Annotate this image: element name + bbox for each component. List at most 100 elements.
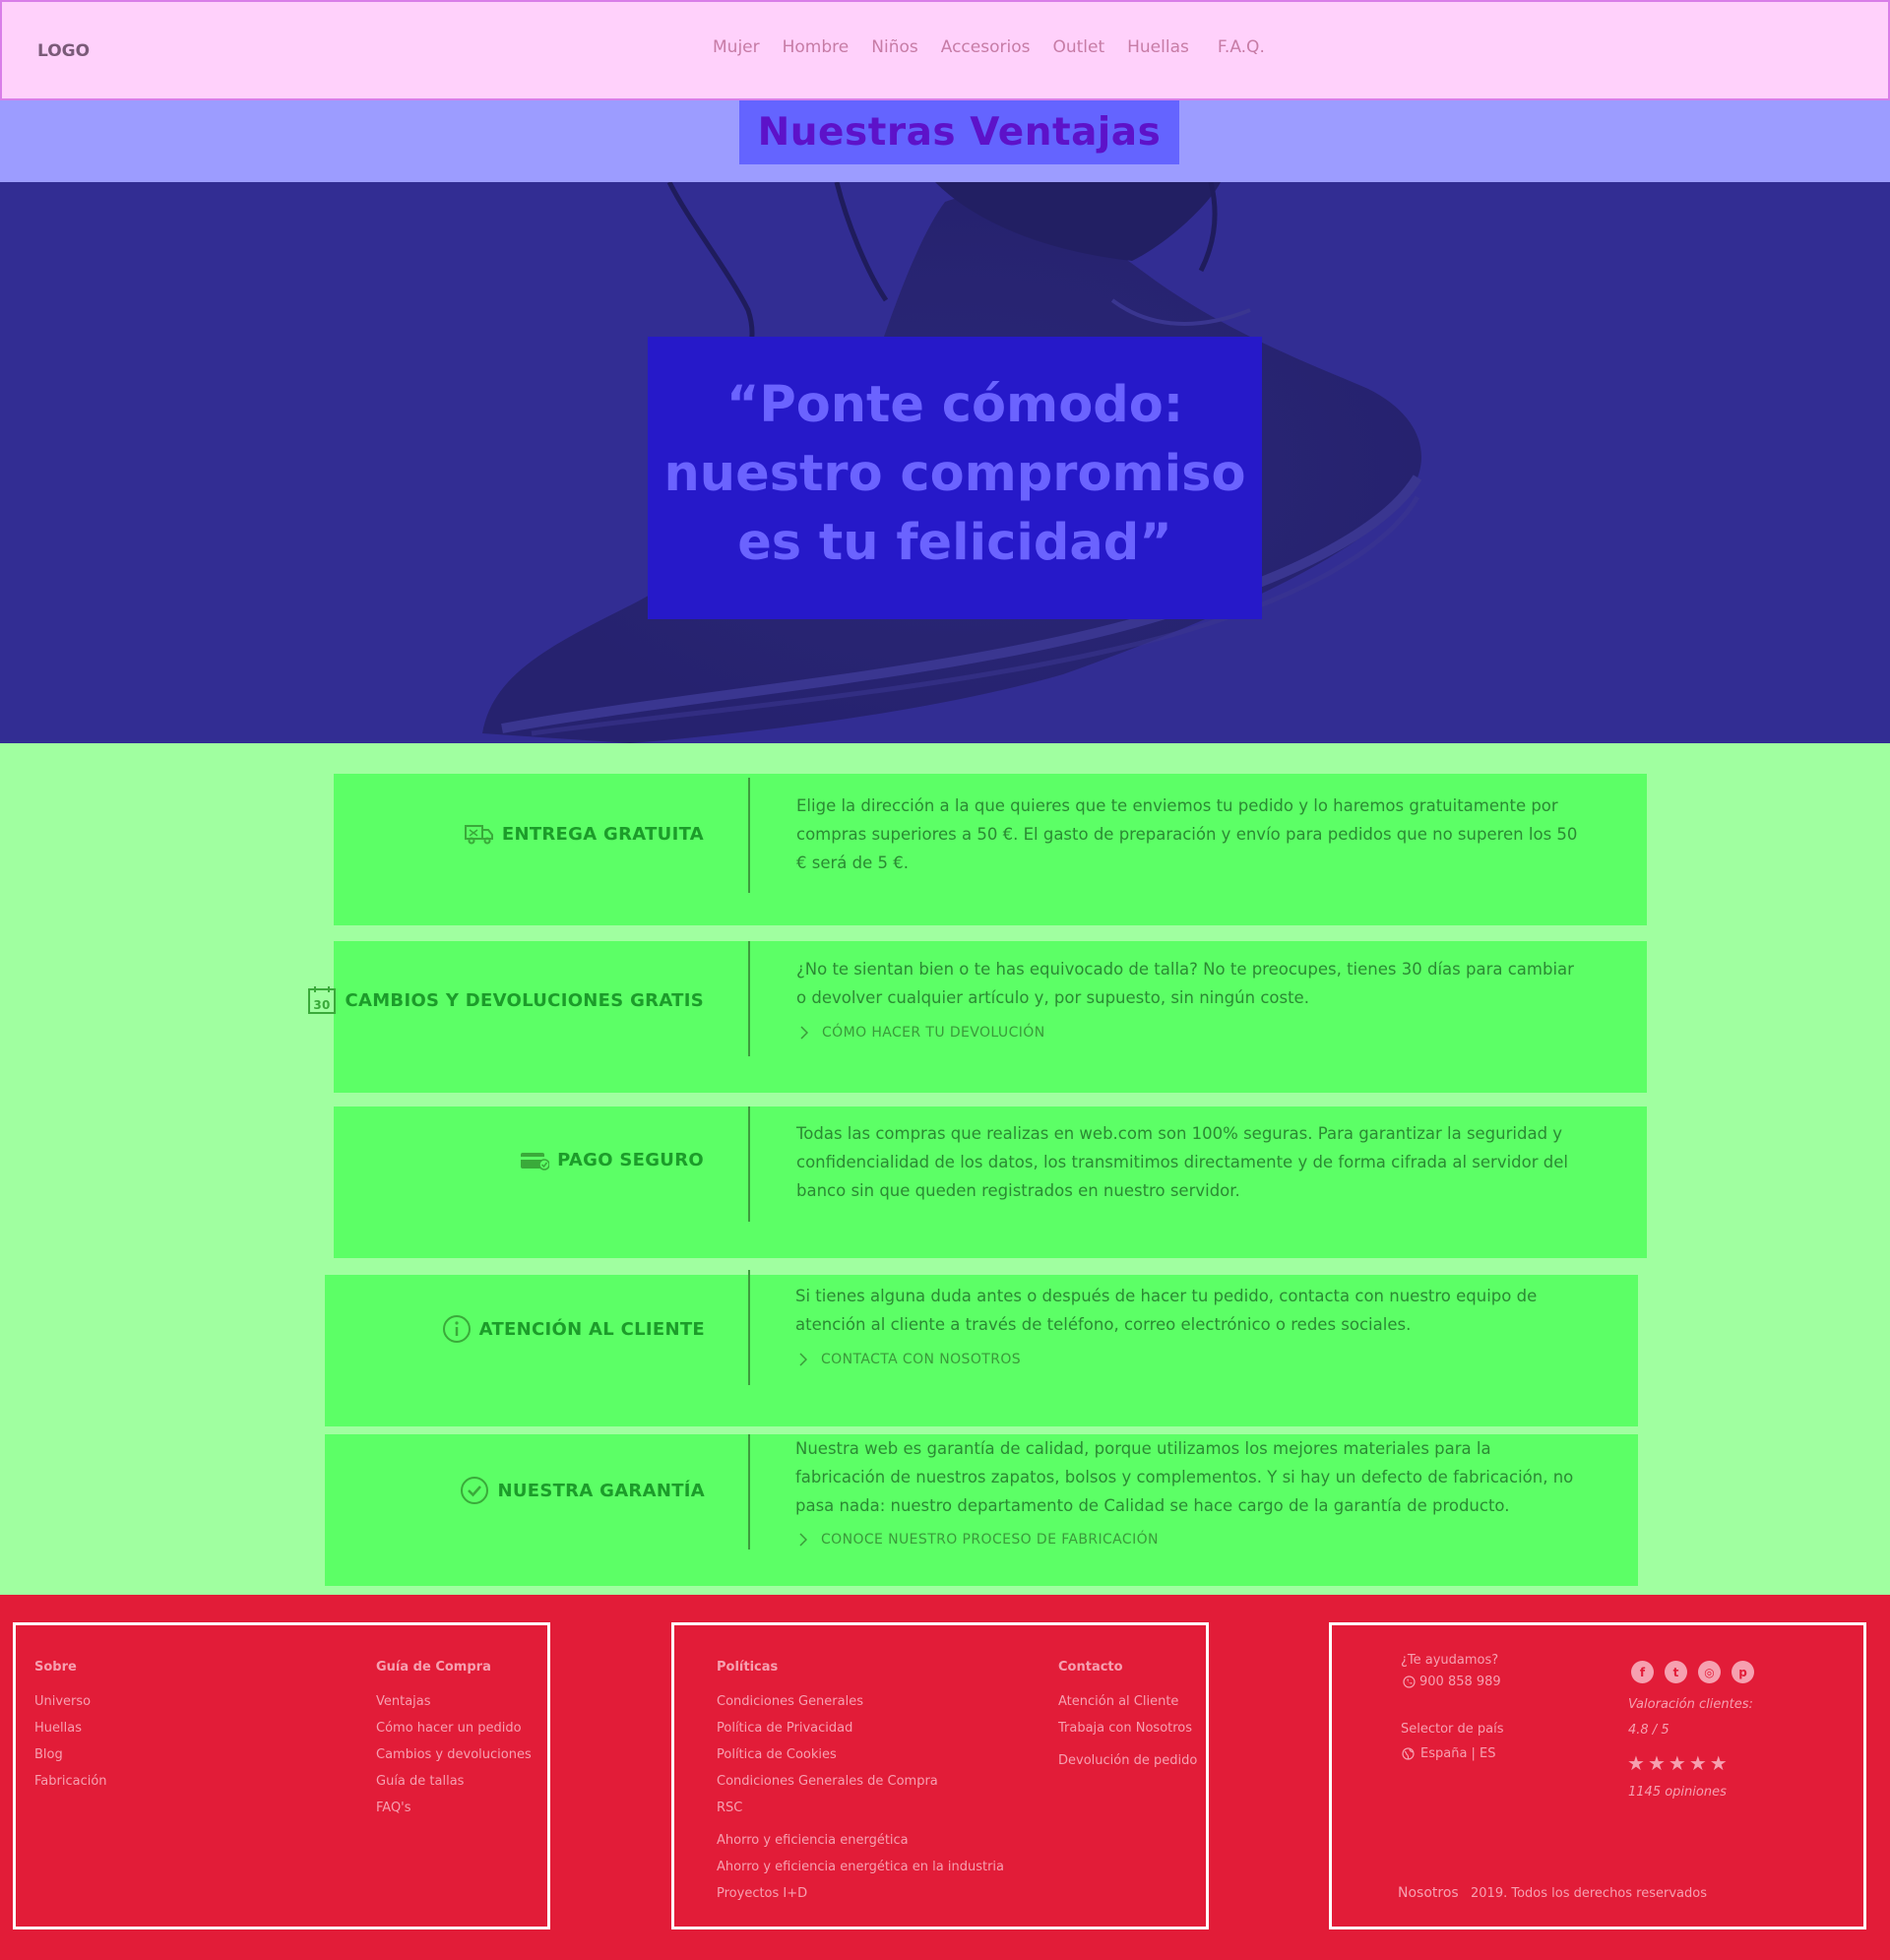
feature-text: Nuestra web es garantía de calidad, porq… bbox=[795, 1439, 1574, 1515]
footer-link-devolucion[interactable]: Devolución de pedido bbox=[1058, 1747, 1197, 1774]
footer-link-condiciones[interactable]: Condiciones Generales bbox=[717, 1688, 1004, 1715]
manufacturing-process-link[interactable]: CONOCE NUESTRO PROCESO DE FABRICACIÓN bbox=[799, 1532, 1159, 1548]
footer-link-fabricacion[interactable]: Fabricación bbox=[34, 1768, 107, 1795]
country-selector-label: Selector de país bbox=[1401, 1722, 1504, 1737]
footer-link-tallas[interactable]: Guía de tallas bbox=[376, 1768, 532, 1795]
phone-number[interactable]: 900 858 989 bbox=[1403, 1675, 1501, 1689]
footer-link-como-pedido[interactable]: Cómo hacer un pedido bbox=[376, 1715, 532, 1741]
facebook-icon[interactable]: f bbox=[1631, 1661, 1654, 1683]
site-footer: Sobre Universo Huellas Blog Fabricación … bbox=[0, 1595, 1890, 1960]
star-icon: ★ bbox=[1627, 1751, 1645, 1775]
feature-divider bbox=[748, 1270, 750, 1385]
star-icon: ★ bbox=[1709, 1751, 1728, 1775]
footer-link-privacidad[interactable]: Política de Privacidad bbox=[717, 1715, 1004, 1741]
features-section: ENTREGA GRATUITA Elige la dirección a la… bbox=[0, 743, 1890, 1595]
phone-icon bbox=[1403, 1675, 1416, 1688]
feature-title-text: ATENCIÓN AL CLIENTE bbox=[478, 1318, 705, 1340]
footer-col-guia: Guía de Compra Ventajas Cómo hacer un pe… bbox=[376, 1660, 532, 1821]
instagram-icon[interactable]: ◎ bbox=[1698, 1661, 1721, 1683]
feature-title-text: ENTREGA GRATUITA bbox=[501, 823, 704, 845]
feature-customer-service: ATENCIÓN AL CLIENTE Si tienes alguna dud… bbox=[325, 1270, 1638, 1426]
feature-free-delivery: ENTREGA GRATUITA Elige la dirección a la… bbox=[334, 774, 1647, 925]
social-links: f t ◎ p bbox=[1631, 1661, 1754, 1683]
footer-col-title: Sobre bbox=[34, 1660, 77, 1675]
rating-value: 4.8 / 5 bbox=[1628, 1723, 1670, 1738]
footer-link-blog[interactable]: Blog bbox=[34, 1741, 107, 1768]
globe-icon bbox=[1402, 1747, 1415, 1760]
link-label: CONOCE NUESTRO PROCESO DE FABRICACIÓN bbox=[821, 1532, 1159, 1548]
copyright: 2019. Todos los derechos reservados bbox=[1471, 1886, 1707, 1901]
feature-title: NUESTRA GARANTÍA bbox=[460, 1476, 705, 1505]
footer-link-trabaja[interactable]: Trabaja con Nosotros bbox=[1058, 1715, 1197, 1741]
feature-title-text: PAGO SEGURO bbox=[557, 1150, 704, 1170]
hero-quote: “Ponte cómodo: nuestro compromiso es tu … bbox=[663, 375, 1246, 572]
title-box: Nuestras Ventajas bbox=[739, 100, 1179, 164]
footer-brand: Nosotros bbox=[1398, 1885, 1459, 1901]
contact-us-link[interactable]: CONTACTA CON NOSOTROS bbox=[799, 1352, 1021, 1367]
footer-link-ventajas[interactable]: Ventajas bbox=[376, 1688, 532, 1715]
rating-stars: ★ ★ ★ ★ ★ bbox=[1627, 1753, 1728, 1773]
nav-link-faq[interactable]: F.A.Q. bbox=[1218, 37, 1265, 57]
help-label: ¿Te ayudamos? bbox=[1401, 1653, 1499, 1668]
feature-title: ENTREGA GRATUITA bbox=[464, 823, 704, 845]
feature-title-text: CAMBIOS Y DEVOLUCIONES GRATIS bbox=[345, 989, 704, 1011]
feature-text: Si tienes alguna duda antes o después de… bbox=[795, 1287, 1538, 1334]
how-to-return-link[interactable]: CÓMO HACER TU DEVOLUCIÓN bbox=[800, 1025, 1045, 1041]
chevron-right-icon bbox=[799, 1533, 807, 1547]
calendar-30-icon: 30 bbox=[308, 986, 337, 1014]
check-circle-icon bbox=[461, 1477, 489, 1504]
footer-link-ahorro[interactable]: Ahorro y eficiencia energética bbox=[717, 1827, 1004, 1854]
feature-free-returns: 30 CAMBIOS Y DEVOLUCIONES GRATIS ¿No te … bbox=[308, 941, 1647, 1093]
nav-link-hombre[interactable]: Hombre bbox=[783, 37, 850, 57]
nav-link-accesorios[interactable]: Accesorios bbox=[941, 37, 1031, 57]
footer-link-huellas[interactable]: Huellas bbox=[34, 1715, 107, 1741]
logo[interactable]: LOGO bbox=[37, 41, 90, 61]
phone-text: 900 858 989 bbox=[1419, 1675, 1501, 1689]
footer-col-politicas: Políticas Condiciones Generales Política… bbox=[717, 1660, 1004, 1907]
footer-link-cambios[interactable]: Cambios y devoluciones bbox=[376, 1741, 532, 1768]
feature-title-text: NUESTRA GARANTÍA bbox=[497, 1480, 705, 1501]
footer-link-faqs[interactable]: FAQ's bbox=[376, 1795, 532, 1821]
nav-link-huellas[interactable]: Huellas bbox=[1127, 37, 1189, 57]
pinterest-icon[interactable]: p bbox=[1732, 1661, 1754, 1683]
hero-banner: “Ponte cómodo: nuestro compromiso es tu … bbox=[0, 182, 1890, 743]
svg-text:30: 30 bbox=[314, 998, 331, 1012]
footer-col-title: Contacto bbox=[1058, 1660, 1123, 1675]
footer-link-rsc[interactable]: RSC bbox=[717, 1795, 1004, 1821]
feature-text: Elige la dirección a la que quieres que … bbox=[796, 796, 1578, 872]
section-title: Nuestras Ventajas bbox=[757, 110, 1162, 155]
nav-link-mujer[interactable]: Mujer bbox=[713, 37, 760, 57]
footer-link-atencion[interactable]: Atención al Cliente bbox=[1058, 1688, 1197, 1715]
nav-link-outlet[interactable]: Outlet bbox=[1052, 37, 1104, 57]
star-icon: ★ bbox=[1647, 1751, 1666, 1775]
delivery-truck-icon bbox=[464, 825, 493, 845]
quote-box: “Ponte cómodo: nuestro compromiso es tu … bbox=[648, 337, 1262, 619]
footer-link-condiciones-compra[interactable]: Condiciones Generales de Compra bbox=[717, 1768, 1004, 1795]
chevron-right-icon bbox=[800, 1026, 808, 1040]
feature-title: PAGO SEGURO bbox=[520, 1150, 704, 1170]
rating-label: Valoración clientes: bbox=[1628, 1697, 1753, 1712]
feature-title: 30 CAMBIOS Y DEVOLUCIONES GRATIS bbox=[307, 985, 704, 1015]
twitter-icon[interactable]: t bbox=[1665, 1661, 1687, 1683]
feature-secure-payment: PAGO SEGURO Todas las compras que realiz… bbox=[334, 1106, 1647, 1258]
feature-title: ATENCIÓN AL CLIENTE bbox=[442, 1314, 705, 1344]
nav-link-ninos[interactable]: Niños bbox=[871, 37, 917, 57]
chevron-right-icon bbox=[799, 1353, 807, 1366]
footer-col-title: Guía de Compra bbox=[376, 1660, 491, 1675]
footer-link-ahorro-industria[interactable]: Ahorro y eficiencia energética en la ind… bbox=[717, 1854, 1004, 1880]
footer-box-contact bbox=[1329, 1622, 1866, 1929]
footer-link-proyectos[interactable]: Proyectos I+D bbox=[717, 1880, 1004, 1907]
footer-link-cookies[interactable]: Política de Cookies bbox=[717, 1741, 1004, 1768]
footer-link-universo[interactable]: Universo bbox=[34, 1688, 107, 1715]
country-selector[interactable]: España | ES bbox=[1402, 1746, 1496, 1761]
star-icon: ★ bbox=[1688, 1751, 1707, 1775]
link-label: CÓMO HACER TU DEVOLUCIÓN bbox=[822, 1025, 1045, 1041]
feature-divider bbox=[748, 778, 750, 893]
footer-col-title: Políticas bbox=[717, 1660, 779, 1675]
footer-col-contacto: Contacto Atención al Cliente Trabaja con… bbox=[1058, 1660, 1197, 1774]
country-value: España | ES bbox=[1420, 1746, 1496, 1761]
feature-guarantee: NUESTRA GARANTÍA Nuestra web es garantía… bbox=[325, 1434, 1638, 1586]
feature-divider bbox=[748, 1106, 750, 1222]
feature-text: ¿No te sientan bien o te has equivocado … bbox=[796, 960, 1574, 1007]
star-icon: ★ bbox=[1668, 1751, 1686, 1775]
